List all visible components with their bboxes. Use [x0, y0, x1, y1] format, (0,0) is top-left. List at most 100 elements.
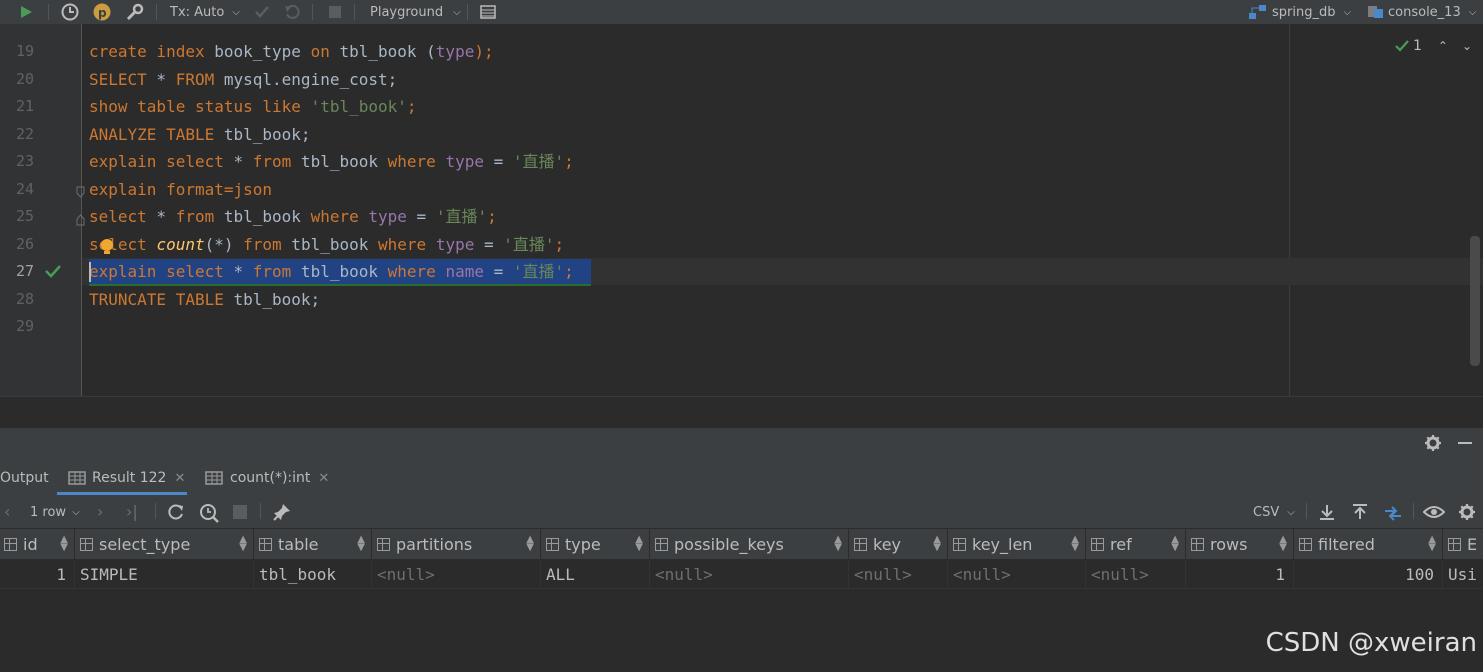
- upload-icon[interactable]: [1351, 503, 1369, 525]
- next-page-icon[interactable]: ›: [97, 502, 103, 521]
- gear-icon[interactable]: [1424, 434, 1442, 456]
- rollback-icon[interactable]: [283, 0, 301, 24]
- cell-key-len[interactable]: <null>: [949, 560, 1086, 588]
- history-icon[interactable]: [60, 0, 80, 24]
- chevron-down-icon: ⌵: [1343, 6, 1352, 18]
- column-header-ref[interactable]: ref ▲ ▼: [1087, 529, 1186, 559]
- column-header-id[interactable]: id ▲ ▼: [0, 529, 75, 559]
- sort-icon[interactable]: ▲ ▼: [1171, 535, 1179, 553]
- sort-icon[interactable]: ▲ ▼: [933, 535, 941, 553]
- column-header-key-len[interactable]: key_len ▲ ▼: [949, 529, 1086, 559]
- console-dropdown[interactable]: console_13 ⌵: [1366, 0, 1476, 24]
- commit-icon[interactable]: [253, 0, 271, 24]
- sort-icon[interactable]: ▲ ▼: [60, 535, 68, 553]
- column-header-label: id: [23, 534, 38, 554]
- tab-result[interactable]: Result 122 ✕: [68, 460, 185, 496]
- cell-key[interactable]: <null>: [850, 560, 948, 588]
- first-page-icon[interactable]: ‹: [4, 502, 10, 521]
- compare-icon[interactable]: [1383, 503, 1403, 527]
- cell-ref[interactable]: <null>: [1087, 560, 1186, 588]
- column-header-partitions[interactable]: partitions ▲ ▼: [373, 529, 541, 559]
- inspection-widget[interactable]: 1 ⌃ ⌄: [1394, 38, 1472, 54]
- sort-icon[interactable]: ▲ ▼: [357, 535, 365, 553]
- eye-icon[interactable]: [1422, 504, 1446, 524]
- code-line-19[interactable]: create index book_type on tbl_book (type…: [89, 38, 494, 65]
- code-line-21[interactable]: show table status like 'tbl_book';: [89, 93, 417, 120]
- column-header-rows[interactable]: rows ▲ ▼: [1187, 529, 1294, 559]
- code-line-23[interactable]: explain select * from tbl_book where typ…: [89, 148, 574, 175]
- reload-icon[interactable]: [166, 502, 186, 526]
- sort-icon[interactable]: ▲ ▼: [1279, 535, 1287, 553]
- tx-mode-dropdown[interactable]: Tx: Auto ⌵: [170, 0, 240, 24]
- tab-count[interactable]: count(*):int ✕: [205, 460, 329, 496]
- pin-tab-icon[interactable]: [272, 502, 292, 526]
- sql-keyword: from: [252, 262, 292, 281]
- column-header-select-type[interactable]: select_type ▲ ▼: [76, 529, 254, 559]
- code-line-24[interactable]: explain format=json: [89, 176, 272, 203]
- column-icon: [4, 537, 17, 551]
- cell-filtered[interactable]: 100: [1295, 560, 1443, 588]
- tab-output[interactable]: Output: [0, 460, 49, 496]
- code-line-20[interactable]: SELECT * FROM mysql.engine_cost;: [89, 66, 397, 93]
- table-layout-icon[interactable]: [479, 0, 497, 24]
- cell-extra[interactable]: Usi: [1444, 560, 1483, 588]
- console-icon: [1368, 6, 1383, 18]
- line-number: 29: [15, 317, 34, 335]
- cell-type[interactable]: ALL: [542, 560, 650, 588]
- cell-rows[interactable]: 1: [1187, 560, 1294, 588]
- toolbar-separator: [467, 4, 468, 20]
- sort-icon[interactable]: ▲ ▼: [635, 535, 643, 553]
- code-line-22[interactable]: ANALYZE TABLE tbl_book;: [89, 121, 311, 148]
- column-header-possible-keys[interactable]: possible_keys ▲ ▼: [651, 529, 849, 559]
- close-icon[interactable]: ✕: [174, 471, 185, 486]
- close-icon[interactable]: ✕: [318, 471, 329, 486]
- code-line-27[interactable]: explain select * from tbl_book where nam…: [89, 258, 574, 285]
- sort-icon[interactable]: ▲ ▼: [1428, 535, 1436, 553]
- column-header-table[interactable]: table ▲ ▼: [255, 529, 372, 559]
- export-format-dropdown[interactable]: CSV ⌵: [1253, 505, 1295, 520]
- run-icon[interactable]: [18, 0, 34, 24]
- last-page-icon[interactable]: ›|: [126, 502, 138, 521]
- intention-bulb-icon[interactable]: [99, 238, 115, 260]
- wrench-icon[interactable]: [125, 0, 145, 24]
- pin-profile-icon[interactable]: p: [92, 0, 112, 24]
- cell-partitions[interactable]: <null>: [373, 560, 541, 588]
- column-header-extra[interactable]: E: [1444, 529, 1483, 559]
- stop-icon[interactable]: [327, 0, 343, 24]
- sql-keyword: where: [387, 152, 436, 171]
- column-header-label: possible_keys: [674, 534, 784, 554]
- column-header-key[interactable]: key ▲ ▼: [850, 529, 948, 559]
- sql-keyword: SELECT: [89, 70, 147, 89]
- sort-icon[interactable]: ▲ ▼: [1071, 535, 1079, 553]
- sort-icon[interactable]: ▲ ▼: [526, 535, 534, 553]
- chevron-down-icon[interactable]: ⌄: [1462, 39, 1472, 53]
- cell-table[interactable]: tbl_book: [255, 560, 372, 588]
- row-count-dropdown[interactable]: 1 row ⌵: [30, 505, 80, 520]
- download-icon[interactable]: [1318, 503, 1336, 525]
- query-history-icon[interactable]: [198, 502, 220, 528]
- editor-scrollbar[interactable]: [1470, 236, 1480, 366]
- operator: =: [406, 207, 436, 226]
- code-line-26[interactable]: select count(*) from tbl_book where type…: [89, 231, 564, 258]
- datasource-dropdown[interactable]: spring_db ⌵: [1248, 0, 1351, 24]
- toolbar-separator: [48, 4, 49, 20]
- playground-dropdown[interactable]: Playground ⌵: [370, 0, 461, 24]
- column-icon: [854, 537, 867, 551]
- code-line-25[interactable]: select * from tbl_book where type = '直播'…: [89, 203, 497, 230]
- cell-select-type[interactable]: SIMPLE: [76, 560, 254, 588]
- cell-possible-keys[interactable]: <null>: [651, 560, 849, 588]
- minimize-icon[interactable]: [1458, 442, 1472, 444]
- fold-end-icon[interactable]: [76, 211, 85, 226]
- cell-id[interactable]: 1: [0, 560, 75, 588]
- sort-icon[interactable]: ▲ ▼: [834, 535, 842, 553]
- column-name: type: [445, 152, 484, 171]
- cancel-query-icon[interactable]: [233, 505, 247, 519]
- fold-start-icon[interactable]: [76, 183, 85, 198]
- code-line-28[interactable]: TRUNCATE TABLE tbl_book;: [89, 286, 320, 313]
- grid-settings-gear-icon[interactable]: [1458, 503, 1476, 525]
- column-header-type[interactable]: type ▲ ▼: [542, 529, 650, 559]
- chevron-up-icon[interactable]: ⌃: [1438, 39, 1448, 53]
- sql-keyword: from: [175, 207, 215, 226]
- sort-icon[interactable]: ▲ ▼: [239, 535, 247, 553]
- column-header-filtered[interactable]: filtered ▲ ▼: [1295, 529, 1443, 559]
